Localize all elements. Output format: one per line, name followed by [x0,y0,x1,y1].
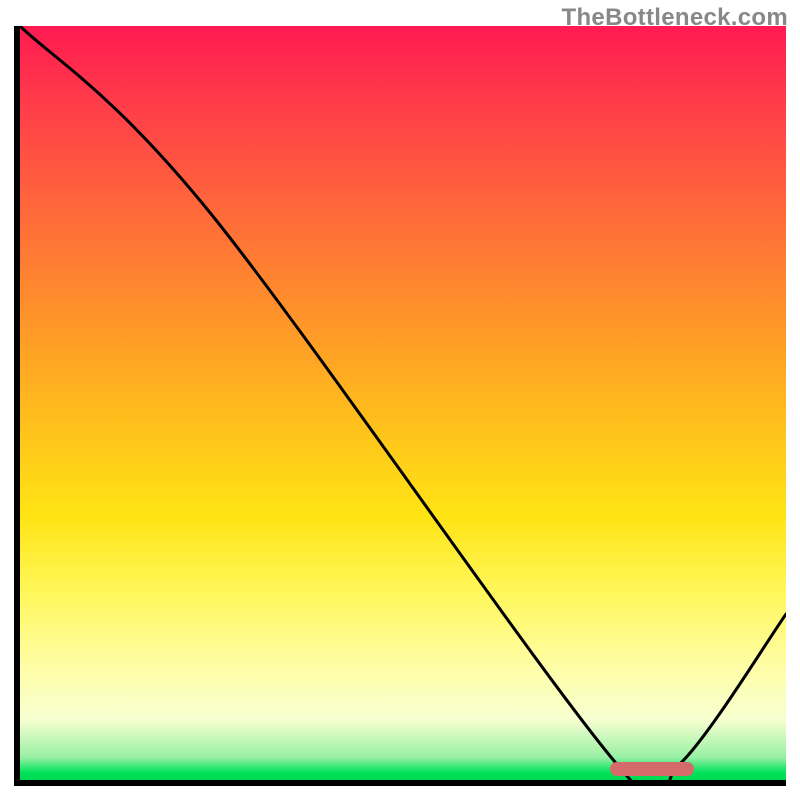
chart-container: TheBottleneck.com [0,0,800,800]
chart-axes [14,26,786,786]
data-curve [20,26,786,780]
curve-path [20,26,786,780]
plot-area [20,26,786,780]
marker-segment [610,762,694,776]
